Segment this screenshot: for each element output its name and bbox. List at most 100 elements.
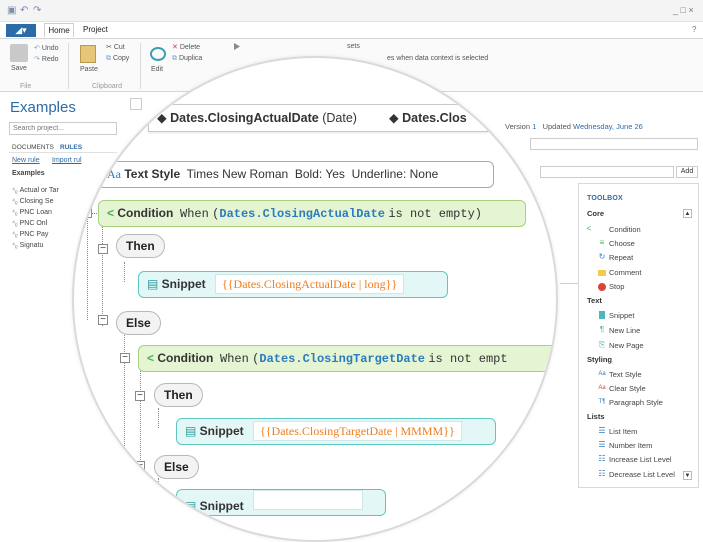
toolbox-item-decrease-list-level[interactable]: Decrease List Level (609, 470, 675, 479)
text-style-icon: Aa (107, 167, 121, 181)
data-field-icon: ◆ (389, 111, 403, 125)
file-tab[interactable]: ◢▾ (6, 24, 36, 37)
else-node[interactable]: Else (116, 311, 161, 335)
field-chip[interactable]: ◆ Dates.Clos (389, 110, 467, 125)
underline-value: Underline: None (351, 167, 439, 181)
tab-rules[interactable]: RULES (60, 144, 82, 151)
copy-button[interactable]: ⧉ Copy (106, 55, 129, 63)
collapse-toggle[interactable]: − (120, 353, 130, 363)
add-button[interactable]: Add (676, 166, 698, 178)
condition-label: Condition (157, 351, 214, 365)
import-rule-link[interactable]: Import rul (52, 157, 82, 164)
ribbon-tip: es when data context is selected (387, 55, 489, 62)
toolbox-item-clear-style[interactable]: Clear Style (609, 384, 646, 393)
tab-documents[interactable]: DOCUMENTS (12, 144, 54, 151)
play-icon[interactable] (234, 43, 240, 50)
undo-button[interactable]: ↶ Undo (34, 44, 59, 52)
field-chip[interactable]: ◆ Dates.ClosingActualDate (Date) (157, 110, 357, 125)
field-tab-bar: ◆ Dates.ClosingActualDate (Date) ◆ Dates… (148, 104, 488, 132)
tree-line (87, 216, 88, 320)
collapse-toggle[interactable]: − (135, 461, 145, 471)
list-item[interactable]: ⁴ᵨ PNC Pay (12, 231, 48, 238)
snippet-expression[interactable] (253, 490, 364, 510)
else-node[interactable]: Else (154, 455, 199, 479)
list-item-label: Signatu (19, 242, 44, 249)
snippet-label: Snippet (161, 277, 206, 291)
clipboard-group-label: Clipboard (92, 83, 122, 90)
toolbox-item-comment[interactable]: Comment (609, 268, 642, 277)
save-icon[interactable]: ▣ (7, 5, 16, 16)
toolbox-item-paragraph-style[interactable]: Paragraph Style (609, 398, 663, 407)
list-item[interactable]: ⁴ᵨ Actual or Tar (12, 187, 59, 194)
redo-button[interactable]: ↷ Redo (34, 55, 59, 63)
rule-icon: ⁴ᵨ (12, 209, 20, 216)
text-style-node[interactable]: Aa Text Style Times New Roman Bold: Yes … (98, 161, 494, 188)
list-item[interactable]: ⁴ᵨ Closing Se (12, 198, 53, 205)
toolbox-item-text-style[interactable]: Text Style (609, 370, 642, 379)
choose-icon: ≡ (599, 238, 605, 247)
duplicate-button[interactable]: ⧉ Duplica (172, 55, 202, 63)
snippet-icon: ▤ (147, 277, 162, 291)
toolbox-item-new-page[interactable]: New Page (609, 341, 644, 350)
collapse-toggle[interactable]: − (135, 391, 145, 401)
collapse-toggle[interactable]: − (98, 315, 108, 325)
condition-node[interactable]: < Condition When (Dates.ClosingActualDat… (98, 200, 526, 227)
collapse-button[interactable] (130, 98, 142, 110)
paste-icon[interactable] (80, 45, 96, 63)
collapse-toggle[interactable]: − (82, 208, 92, 218)
add-field[interactable] (540, 166, 674, 178)
window-controls[interactable]: _ □ × (673, 5, 694, 15)
tab-home[interactable]: Home (44, 23, 74, 37)
scroll-up-button[interactable]: ▲ (683, 209, 692, 218)
divider (9, 152, 117, 153)
list-item[interactable]: ⁴ᵨ PNC Onl (12, 220, 47, 227)
toolbox-item-stop[interactable]: Stop (609, 282, 624, 291)
toolbox-item-snippet[interactable]: Snippet (609, 311, 634, 320)
scroll-down-button[interactable]: ▼ (683, 471, 692, 480)
toolbox-section-lists: Lists (587, 412, 605, 421)
paste-button[interactable]: Paste (80, 66, 98, 73)
snippet-expression[interactable]: {{Dates.ClosingActualDate | long}} (215, 274, 405, 294)
snippet-node[interactable]: ▤ Snippet {{Dates.ClosingTargetDate | MM… (176, 418, 496, 445)
divider (140, 43, 141, 89)
help-icon[interactable]: ? (692, 25, 696, 34)
new-rule-link[interactable]: New rule (12, 157, 40, 164)
description-field[interactable] (530, 138, 698, 150)
search-input[interactable] (9, 122, 117, 135)
snippet-node[interactable]: ▤ Snippet {{Dates.ClosingActualDate | lo… (138, 271, 448, 298)
save-button[interactable]: Save (11, 65, 27, 72)
list-item[interactable]: ⁴ᵨ PNC Loan (12, 209, 52, 216)
list-item-label: Actual or Tar (19, 187, 59, 194)
list-item-label: PNC Loan (19, 209, 52, 216)
text-style-label: Text Style (124, 167, 181, 181)
edit-icon[interactable] (150, 47, 166, 61)
version-info: Version 1 Updated Wednesday, June 26 (505, 122, 643, 131)
toolbox-item-repeat[interactable]: Repeat (609, 253, 633, 262)
toolbox-item-choose[interactable]: Choose (609, 239, 635, 248)
delete-button[interactable]: ✕ Delete (172, 43, 200, 51)
then-node[interactable]: Then (116, 234, 165, 258)
redo-icon[interactable]: ↷ (33, 5, 41, 16)
then-node[interactable]: Then (154, 383, 203, 407)
undo-icon[interactable]: ↶ (20, 5, 28, 16)
toolbox-item-increase-list-level[interactable]: Increase List Level (609, 455, 672, 464)
condition-node[interactable]: < Condition When (Dates.ClosingTargetDat… (138, 345, 556, 372)
list-item[interactable]: ⁴ᵨ Signatu (12, 242, 43, 249)
toolbox-item-number-item[interactable]: Number Item (609, 441, 652, 450)
condition-icon: < (107, 206, 115, 220)
toolbox-item-condition[interactable]: Condition (609, 225, 641, 234)
tab-project[interactable]: Project (83, 25, 108, 34)
cut-button[interactable]: ✂ Cut (106, 43, 125, 51)
toolbox-section-core: Core (587, 209, 605, 218)
snippet-expression[interactable]: {{Dates.ClosingTargetDate | MMMM}} (253, 421, 462, 441)
copy-label: Copy (112, 55, 130, 62)
toolbox-item-list-item[interactable]: List Item (609, 427, 637, 436)
edit-button[interactable]: Edit (151, 66, 163, 73)
save-button-icon[interactable] (10, 44, 28, 62)
cut-label: Cut (113, 44, 125, 51)
magnifier-lens: ◆ Dates.ClosingActualDate (Date) ◆ Dates… (72, 56, 558, 542)
snippet-node[interactable]: ▤ Snippet (176, 489, 386, 516)
toolbox-item-new-line[interactable]: New Line (609, 326, 640, 335)
updated-label: Updated (542, 122, 571, 131)
collapse-toggle[interactable]: − (98, 244, 108, 254)
